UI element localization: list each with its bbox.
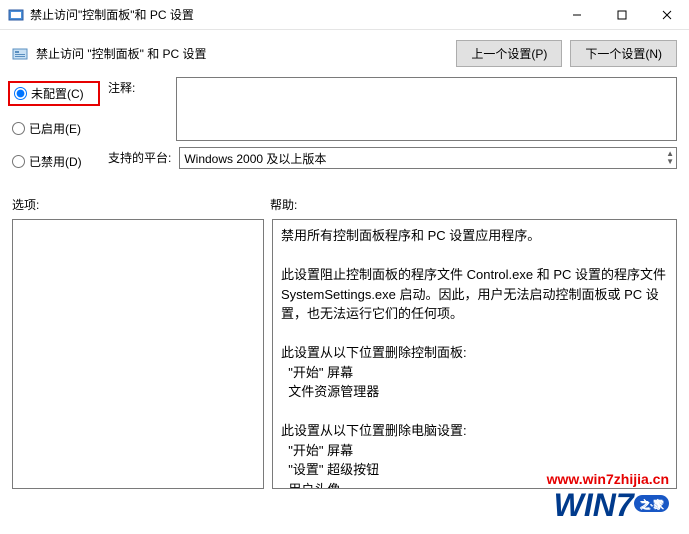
platform-label: 支持的平台: bbox=[108, 147, 171, 169]
minimize-button[interactable] bbox=[554, 0, 599, 29]
radio-disabled[interactable]: 已禁用(D) bbox=[12, 153, 96, 170]
maximize-button[interactable] bbox=[599, 0, 644, 29]
comment-label: 注释: bbox=[108, 77, 168, 141]
prev-setting-button[interactable]: 上一个设置(P) bbox=[456, 40, 562, 67]
window-controls bbox=[554, 0, 689, 29]
radio-label: 已禁用(D) bbox=[29, 153, 82, 170]
radio-not-configured-input[interactable] bbox=[14, 87, 27, 100]
header: 禁止访问 "控制面板" 和 PC 设置 上一个设置(P) 下一个设置(N) bbox=[0, 30, 689, 77]
config-area: 未配置(C) 已启用(E) 已禁用(D) 注释: 支持的平台: Windows … bbox=[0, 77, 689, 178]
close-button[interactable] bbox=[644, 0, 689, 29]
window-title: 禁止访问"控制面板"和 PC 设置 bbox=[30, 6, 554, 23]
panels: 禁用所有控制面板程序和 PC 设置应用程序。 此设置阻止控制面板的程序文件 Co… bbox=[0, 219, 689, 501]
right-fields: 注释: 支持的平台: Windows 2000 及以上版本 ▲▼ bbox=[108, 77, 677, 170]
radio-enabled[interactable]: 已启用(E) bbox=[12, 120, 96, 137]
radio-label: 已启用(E) bbox=[29, 120, 81, 137]
radio-not-configured[interactable]: 未配置(C) bbox=[8, 81, 100, 106]
help-label: 帮助: bbox=[270, 196, 297, 213]
radio-disabled-input[interactable] bbox=[12, 155, 25, 168]
options-panel bbox=[12, 219, 264, 489]
next-setting-button[interactable]: 下一个设置(N) bbox=[570, 40, 677, 67]
options-label: 选项: bbox=[12, 196, 270, 213]
help-panel: 禁用所有控制面板程序和 PC 设置应用程序。 此设置阻止控制面板的程序文件 Co… bbox=[272, 219, 677, 489]
policy-title: 禁止访问 "控制面板" 和 PC 设置 bbox=[36, 45, 448, 62]
platform-row: 支持的平台: Windows 2000 及以上版本 ▲▼ bbox=[108, 147, 677, 169]
comment-input[interactable] bbox=[176, 77, 677, 141]
radio-enabled-input[interactable] bbox=[12, 122, 25, 135]
titlebar: 禁止访问"控制面板"和 PC 设置 bbox=[0, 0, 689, 30]
app-icon bbox=[8, 7, 24, 23]
platform-display: Windows 2000 及以上版本 ▲▼ bbox=[179, 147, 677, 169]
comment-row: 注释: bbox=[108, 77, 677, 141]
platform-value: Windows 2000 及以上版本 bbox=[184, 150, 326, 167]
policy-icon bbox=[12, 46, 28, 62]
scroll-indicator: ▲▼ bbox=[666, 150, 674, 166]
lower-labels: 选项: 帮助: bbox=[0, 178, 689, 219]
radio-label: 未配置(C) bbox=[31, 85, 84, 102]
radio-group: 未配置(C) 已启用(E) 已禁用(D) bbox=[12, 77, 96, 170]
